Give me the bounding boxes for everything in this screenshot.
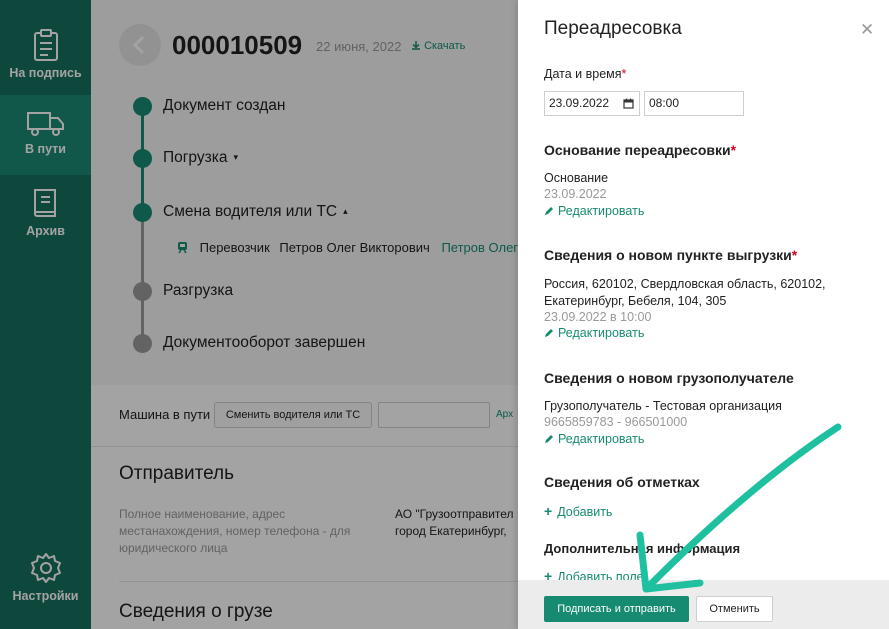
modal-overlay[interactable] — [0, 0, 518, 629]
annotation-arrow-icon — [636, 423, 842, 593]
time-value: 08:00 — [649, 96, 680, 110]
consignee-heading: Сведения о новом грузополучателе — [544, 370, 794, 386]
unloading-heading: Сведения о новом пункте выгрузки* — [544, 247, 797, 263]
unloading-address: Россия, 620102, Свердловская область, 62… — [544, 276, 826, 310]
required-mark: * — [621, 67, 627, 81]
required-mark: * — [791, 247, 798, 263]
pencil-icon — [545, 329, 553, 337]
edit-label: Редактировать — [558, 204, 645, 218]
address-line: Россия, 620102, Свердловская область, 62… — [544, 277, 826, 291]
pencil-icon — [545, 207, 553, 215]
date-input[interactable]: 23.09.2022 — [544, 91, 640, 116]
consignee-name: Грузополучатель - Тестовая организация — [544, 399, 782, 413]
date-value: 23.09.2022 — [549, 96, 610, 110]
edit-unloading-link[interactable]: Редактировать — [544, 326, 644, 340]
unloading-heading-text: Сведения о новом пункте выгрузки — [544, 247, 792, 263]
basis-date: 23.09.2022 — [544, 187, 607, 201]
unloading-datetime: 23.09.2022 в 10:00 — [544, 310, 652, 324]
datetime-label-text: Дата и время — [544, 67, 622, 81]
time-input[interactable]: 08:00 — [644, 91, 744, 116]
edit-basis-link[interactable]: Редактировать — [544, 204, 644, 218]
plus-icon: + — [544, 503, 553, 519]
pencil-icon — [545, 435, 553, 443]
basis-heading-text: Основание переадресовки — [544, 142, 731, 158]
edit-label: Редактировать — [558, 326, 645, 340]
panel-title: Переадресовка — [544, 18, 682, 39]
datetime-label: Дата и время* — [544, 67, 626, 81]
close-icon[interactable]: ✕ — [860, 20, 874, 40]
basis-name: Основание — [544, 171, 609, 185]
basis-heading: Основание переадресовки* — [544, 142, 736, 158]
calendar-icon[interactable] — [623, 98, 634, 109]
address-line: Екатеринбург, Бебеля, 104, 305 — [544, 294, 727, 308]
required-mark: * — [730, 142, 737, 158]
